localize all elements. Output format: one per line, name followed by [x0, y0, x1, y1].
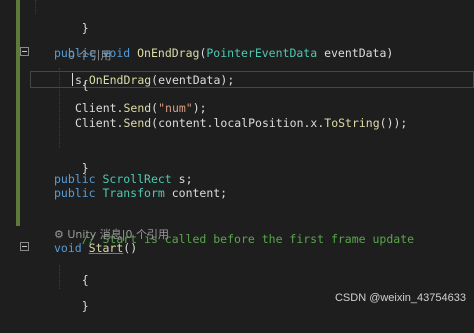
code-line-method-declaration[interactable]: public void OnEndDrag(PointerEventData e…: [54, 44, 393, 62]
call-args-end: ());: [379, 116, 408, 130]
code-line-field-transform[interactable]: public Transform content;: [54, 184, 227, 202]
param-name: eventData: [317, 46, 387, 60]
object-ref: Client.: [75, 101, 124, 115]
method-call-tostring: ToString: [324, 116, 380, 130]
code-line-call[interactable]: s.OnEndDrag(eventData);: [75, 71, 234, 89]
method-name: OnEndDrag: [137, 46, 200, 60]
method-call: Send: [123, 116, 152, 130]
close-brace: }: [81, 299, 89, 313]
close-paren: ): [386, 46, 394, 60]
object-ref: Client.: [75, 116, 124, 130]
call-args: (eventData);: [151, 73, 235, 87]
code-editor[interactable]: } 0 个引用 public void OnEndDrag(PointerEve…: [0, 0, 474, 313]
object-ref: s.: [75, 73, 89, 87]
code-line-close-brace[interactable]: }: [54, 279, 89, 313]
method-name: Start: [88, 241, 124, 255]
watermark: CSDN @weixin_43754633: [334, 292, 466, 304]
code-line-open-brace[interactable]: {: [54, 253, 89, 287]
call-args: (content.localPosition.x.: [151, 116, 325, 130]
fold-collapse-icon[interactable]: [20, 47, 29, 56]
close-paren: );: [192, 101, 207, 115]
code-line-close-brace[interactable]: }: [54, 1, 89, 35]
code-line-close-brace[interactable]: }: [54, 141, 89, 175]
field-type: Transform: [102, 186, 165, 200]
parens: (): [123, 241, 138, 255]
method-call: Send: [123, 101, 152, 115]
change-margin-bar: [16, 0, 20, 226]
keyword-public: public: [54, 186, 96, 200]
indent-guide: [35, 0, 36, 14]
code-line-send-2[interactable]: Client.Send(content.localPosition.x.ToSt…: [75, 114, 407, 132]
field-name: content;: [164, 186, 228, 200]
string-literal: "num": [158, 101, 193, 115]
fold-collapse-icon[interactable]: [20, 242, 29, 251]
method-call: OnEndDrag: [88, 73, 152, 87]
keyword-void: void: [102, 46, 131, 60]
param-type: PointerEventData: [206, 46, 318, 60]
